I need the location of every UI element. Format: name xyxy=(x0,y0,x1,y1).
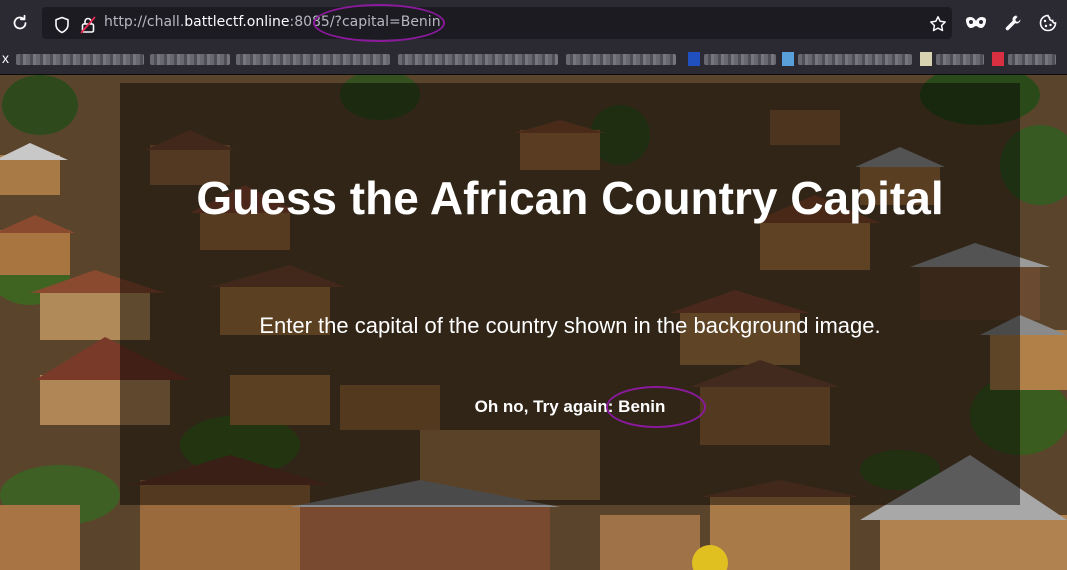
cookie-icon[interactable] xyxy=(1036,11,1060,35)
url-scheme: http://chall. xyxy=(104,14,185,30)
browser-toolbar: http://chall.battlectf.online:8085/?capi… xyxy=(0,0,1067,45)
bookmark-favicon xyxy=(992,52,1004,66)
bookmark-item[interactable] xyxy=(1008,54,1056,65)
bookmark-item[interactable] xyxy=(150,54,230,65)
wrench-icon[interactable] xyxy=(1001,11,1025,35)
insecure-lock-icon[interactable] xyxy=(76,13,100,37)
bookmark-item[interactable] xyxy=(798,54,912,65)
url-host: battlectf.online xyxy=(184,14,290,30)
bookmark-favicon xyxy=(782,52,794,66)
bookmark-favicon xyxy=(920,52,932,66)
bookmark-favicon xyxy=(688,52,700,66)
bookmark-item[interactable] xyxy=(16,54,144,65)
bookmark-prefix: x xyxy=(2,50,9,66)
bookmark-item[interactable] xyxy=(704,54,776,65)
page-subtitle: Enter the capital of the country shown i… xyxy=(259,313,881,338)
bookmark-star-icon[interactable] xyxy=(926,12,950,36)
reload-icon[interactable] xyxy=(8,11,32,35)
url-annotation-ellipse xyxy=(313,4,445,42)
bookmark-item[interactable] xyxy=(936,54,984,65)
result-annotation-ellipse xyxy=(606,386,706,428)
page-viewport: Guess the African Country Capital Enter … xyxy=(0,75,1067,570)
bookmarks-bar: x xyxy=(0,45,1067,75)
browser-window: http://chall.battlectf.online:8085/?capi… xyxy=(0,0,1067,570)
bookmark-item[interactable] xyxy=(236,54,390,65)
content-overlay-panel xyxy=(120,83,1020,505)
bookmark-item[interactable] xyxy=(398,54,558,65)
address-bar[interactable]: http://chall.battlectf.online:8085/?capi… xyxy=(42,7,952,39)
result-message: Oh no, Try again: Benin xyxy=(474,397,666,416)
mask-icon[interactable] xyxy=(964,11,988,35)
page-title: Guess the African Country Capital xyxy=(196,172,944,224)
shield-icon[interactable] xyxy=(50,13,74,37)
bookmark-item[interactable] xyxy=(566,54,676,65)
